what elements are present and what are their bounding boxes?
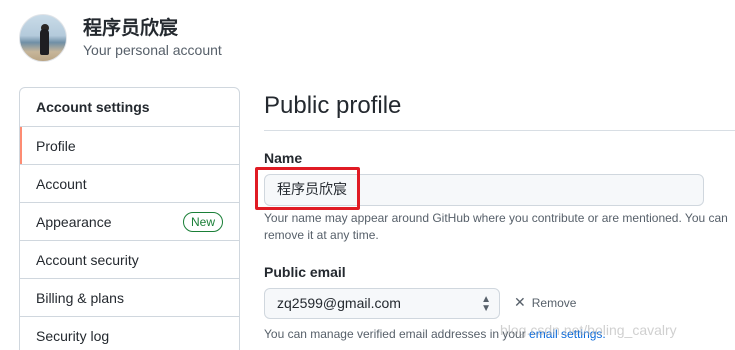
settings-sidebar: Account settings Profile Account Appeara…	[19, 87, 240, 350]
sidebar-item-label: Security log	[36, 327, 110, 344]
account-name[interactable]: 程序员欣宸	[83, 16, 222, 40]
name-label: Name	[264, 150, 303, 166]
public-email-value: zq2599@gmail.com	[277, 295, 401, 311]
sidebar-item-account-security[interactable]: Account security	[20, 240, 239, 278]
sidebar-item-label: Billing & plans	[36, 289, 124, 306]
page-title: Public profile	[264, 88, 735, 131]
name-input[interactable]: 程序员欣宸	[255, 167, 704, 210]
remove-email-button[interactable]: ✕ Remove	[514, 294, 576, 311]
sidebar-item-profile[interactable]: Profile	[20, 126, 239, 164]
sidebar-item-billing[interactable]: Billing & plans	[20, 278, 239, 316]
avatar[interactable]	[19, 14, 67, 62]
sidebar-item-security-log[interactable]: Security log	[20, 316, 239, 350]
x-icon: ✕	[514, 294, 526, 310]
new-badge: New	[182, 212, 223, 232]
sidebar-item-account[interactable]: Account	[20, 164, 239, 202]
watermark: blog.csdn.net/boling_cavalry	[500, 322, 677, 338]
sidebar-header: Account settings	[36, 99, 150, 115]
name-input-value: 程序员欣宸	[277, 182, 347, 198]
public-profile-form: Public profile Name 程序员欣宸 Your name may …	[255, 88, 735, 341]
email-note-text: You can manage verified email addresses …	[264, 327, 530, 341]
sidebar-item-appearance[interactable]: Appearance New	[20, 202, 239, 240]
public-email-select[interactable]: zq2599@gmail.com ▲ ▼	[264, 288, 500, 319]
sidebar-item-label: Appearance	[36, 213, 112, 230]
account-header: 程序员欣宸 Your personal account	[19, 14, 222, 62]
select-arrows-icon: ▲ ▼	[481, 294, 491, 314]
sidebar-item-label: Profile	[36, 137, 76, 154]
sidebar-item-label: Account security	[36, 251, 139, 268]
account-subtitle: Your personal account	[83, 42, 222, 58]
name-note: Your name may appear around GitHub where…	[264, 211, 728, 242]
sidebar-item-label: Account	[36, 175, 87, 192]
public-email-label: Public email	[264, 264, 346, 280]
remove-label: Remove	[531, 295, 577, 310]
